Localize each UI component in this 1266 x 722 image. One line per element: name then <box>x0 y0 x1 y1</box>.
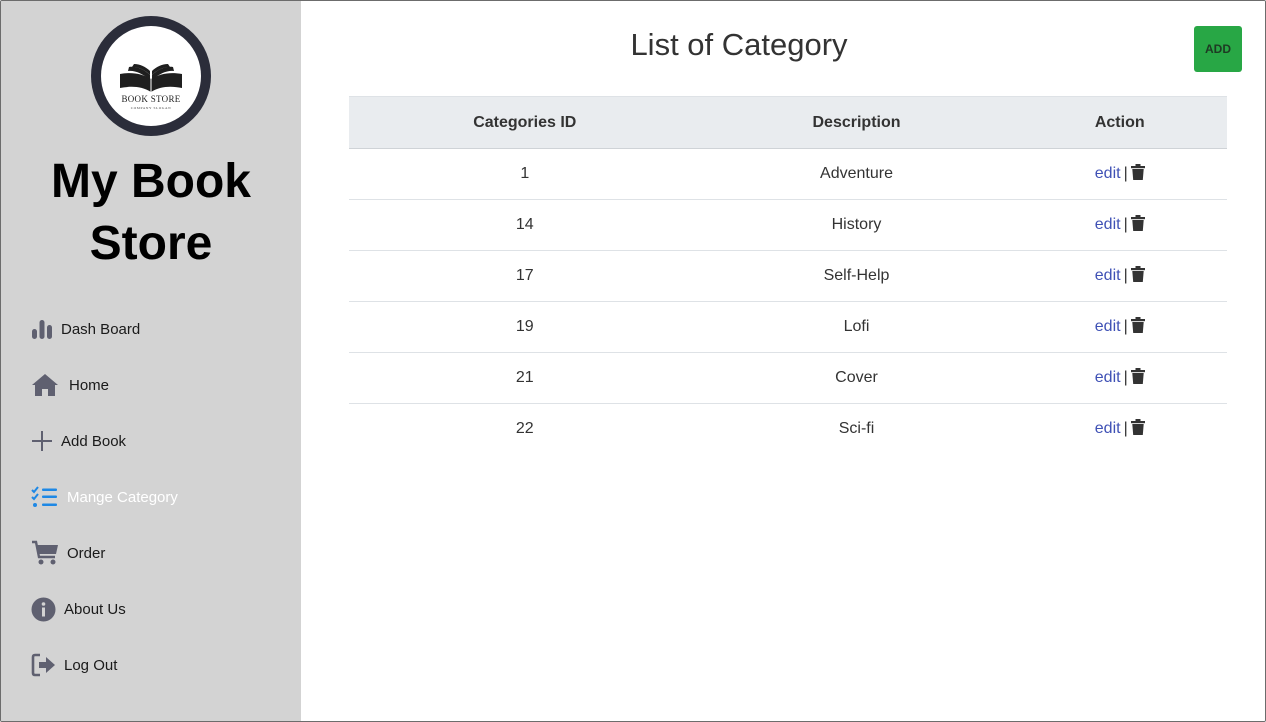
store-name: My Book Store <box>1 151 301 275</box>
action-separator: | <box>1123 164 1128 182</box>
row-actions: edit | <box>1012 301 1227 353</box>
trash-icon[interactable] <box>1130 367 1145 389</box>
edit-link[interactable]: edit <box>1095 216 1121 233</box>
sidebar: BOOK STORE COMPANY SLOGAN My Book Store … <box>1 1 301 721</box>
table-row: 1 Adventure edit | <box>349 148 1227 200</box>
logo-title: BOOK STORE <box>121 94 181 104</box>
category-id: 22 <box>515 420 534 437</box>
action-separator: | <box>1123 419 1128 437</box>
add-category-button[interactable]: ADD <box>1194 26 1242 72</box>
store-name-line1: My Book <box>50 155 251 208</box>
task-list-icon <box>31 486 58 508</box>
edit-link[interactable]: edit <box>1095 420 1121 437</box>
column-header-action: Action <box>1012 96 1227 149</box>
home-icon <box>31 373 59 397</box>
category-table: Categories ID Description Action 1 Adven… <box>349 96 1227 454</box>
sidebar-item-label: Dash Board <box>61 320 141 338</box>
sidebar-item-home[interactable]: Home <box>31 357 281 413</box>
trash-icon[interactable] <box>1130 265 1145 287</box>
column-header-description: Description <box>700 96 1013 149</box>
trash-icon[interactable] <box>1130 214 1145 236</box>
sidebar-item-manage-category[interactable]: Mange Category <box>31 469 281 525</box>
store-logo: BOOK STORE COMPANY SLOGAN <box>91 16 211 136</box>
sidebar-item-dashboard[interactable]: Dash Board <box>31 301 281 357</box>
action-separator: | <box>1123 317 1128 335</box>
cart-icon <box>31 540 59 566</box>
sidebar-item-label: Home <box>69 376 110 394</box>
table-row: 22 Sci-fi edit | <box>349 404 1227 455</box>
category-description: Lofi <box>700 301 1013 353</box>
sidebar-item-label: About Us <box>64 600 126 618</box>
sidebar-item-about-us[interactable]: About Us <box>31 581 281 637</box>
row-actions: edit | <box>1012 404 1227 455</box>
row-actions: edit | <box>1012 199 1227 251</box>
trash-icon[interactable] <box>1130 316 1145 338</box>
row-actions: edit | <box>1012 250 1227 302</box>
category-id: 19 <box>349 301 701 353</box>
trash-icon[interactable] <box>1130 163 1145 185</box>
sidebar-item-add-book[interactable]: Add Book <box>31 413 281 469</box>
table-row: 17 Self-Help edit | <box>349 250 1227 302</box>
logout-icon <box>31 653 56 677</box>
category-description: History <box>700 199 1013 251</box>
logo-slogan: COMPANY SLOGAN <box>130 106 172 110</box>
edit-link[interactable]: edit <box>1095 267 1121 284</box>
table-row: 19 Lofi edit | <box>349 301 1227 353</box>
category-description: Adventure <box>700 148 1013 200</box>
category-id: 17 <box>349 250 701 302</box>
category-description: Self-Help <box>700 250 1013 302</box>
store-name-line2: Store <box>89 217 213 270</box>
row-actions: edit | <box>1012 148 1227 200</box>
info-icon <box>31 597 56 622</box>
page-title: List of Category <box>630 27 848 62</box>
sidebar-item-label: Log Out <box>64 656 118 674</box>
sidebar-item-label: Add Book <box>61 432 127 450</box>
table-header-row: Categories ID Description Action <box>349 96 1227 149</box>
column-header-id: Categories ID <box>349 96 701 149</box>
edit-link[interactable]: edit <box>1095 165 1121 182</box>
bar-chart-icon <box>31 318 53 340</box>
action-separator: | <box>1123 368 1128 386</box>
table-row: 14 History edit | <box>349 199 1227 251</box>
row-actions: edit | <box>1012 352 1227 404</box>
trash-icon[interactable] <box>1130 418 1145 440</box>
table-row: 21 Cover edit | <box>349 352 1227 404</box>
sidebar-item-log-out[interactable]: Log Out <box>31 637 281 693</box>
action-separator: | <box>1123 266 1128 284</box>
app-window: BOOK STORE COMPANY SLOGAN My Book Store … <box>0 0 1266 722</box>
plus-icon <box>31 430 53 452</box>
category-id: 21 <box>349 352 701 404</box>
edit-link[interactable]: edit <box>1095 369 1121 386</box>
category-id: 1 <box>349 148 701 200</box>
category-description: Sci-fi <box>838 420 875 437</box>
sidebar-item-label: Order <box>67 544 106 562</box>
category-description: Cover <box>700 352 1013 404</box>
main-content: List of Category ADD Categories ID Descr… <box>302 1 1265 721</box>
edit-link[interactable]: edit <box>1095 318 1121 335</box>
action-separator: | <box>1123 215 1128 233</box>
open-book-icon <box>120 64 182 92</box>
sidebar-item-label: Mange Category <box>67 488 178 506</box>
category-id: 14 <box>349 199 701 251</box>
sidebar-item-order[interactable]: Order <box>31 525 281 581</box>
